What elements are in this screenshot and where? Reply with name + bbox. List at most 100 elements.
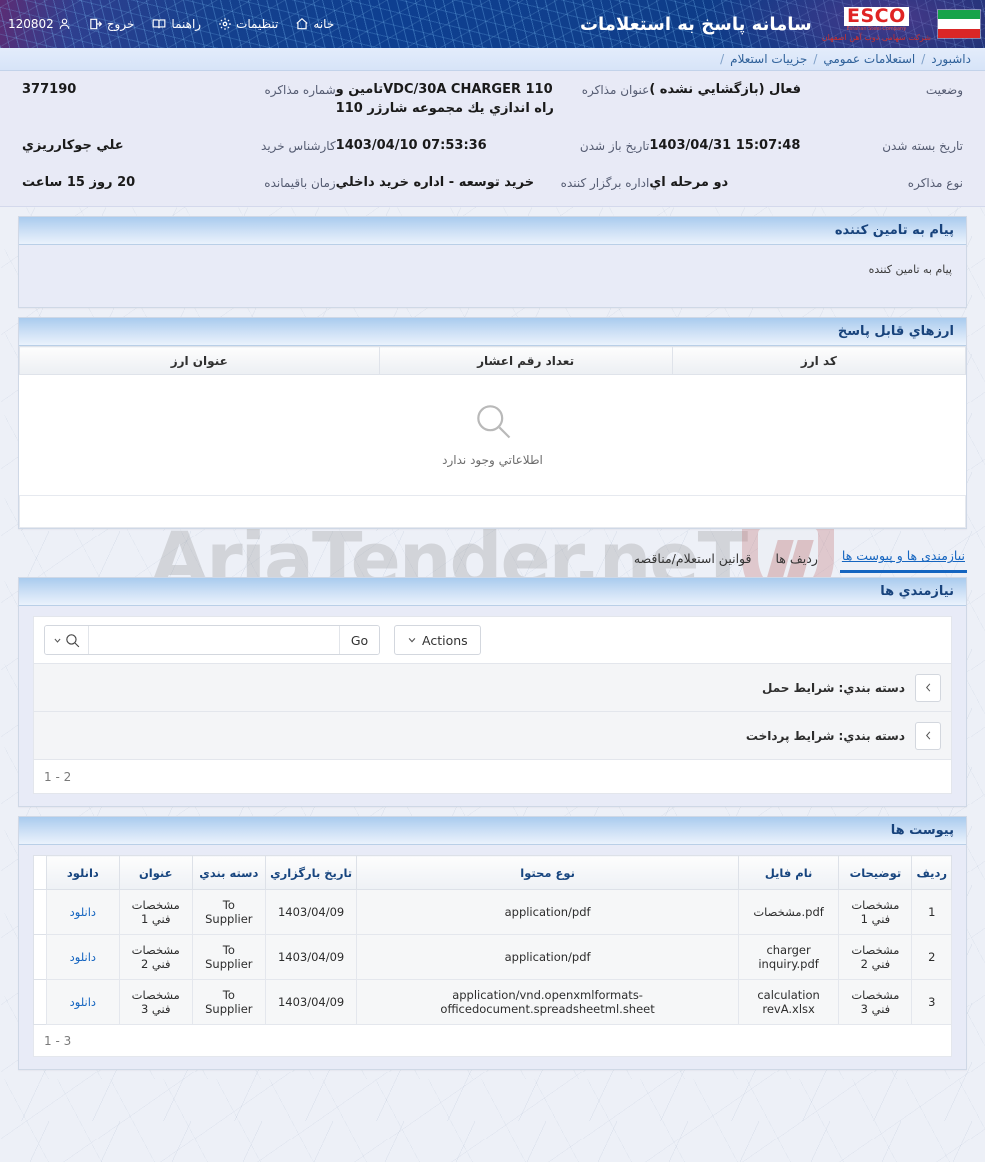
info-field-status: وضعیت فعال (بازگشایي نشده ) [649,81,963,119]
search-dropdown-toggle[interactable] [45,626,89,655]
top-banner: ESCO Esfahan Steel Company شرکت سهامی ذو… [0,0,985,48]
nav-logout-label: خروج [106,17,135,31]
requirements-title: نیازمندي ها [880,584,954,600]
requirements-group-title: دسته بندي: شرایط حمل [762,680,905,695]
requirements-group-title: دسته بندي: شرایط پرداخت [745,728,905,743]
att-cell-content-type: application/pdf [356,934,739,981]
info-label-close-date: تاریخ بسته شدن [882,138,963,153]
info-field-buyer: کارشناس خرید علي جوکارريزي [22,137,336,156]
brand-logo: ESCO Esfahan Steel Company شرکت سهامی ذو… [821,6,985,42]
att-col-description[interactable]: توضیحات [838,855,913,891]
esco-logo-subtext: Esfahan Steel Company [846,25,907,32]
att-col-filename[interactable]: نام فایل [737,855,840,891]
supplier-message-header: پیام به تامین کننده [19,217,966,246]
nav-item-user[interactable]: 120802 [8,17,71,31]
group-collapse-toggle[interactable] [915,721,941,750]
breadcrumb-item-inquiry-details[interactable]: جزییات استعلام [730,52,807,66]
att-cell-title: مشخصات فني 2 [118,934,193,981]
home-icon [296,17,309,30]
currencies-empty-row: اطلاعاتي وجود ندارد [20,375,966,496]
nav-item-home[interactable]: خانه [295,17,334,31]
currencies-col-code[interactable]: کد ارز [671,346,967,376]
esco-logo-persian: شرکت سهامی ذوب آهن اصفهان [821,32,931,42]
nav-help-label: راهنما [171,17,202,31]
att-cell-category: To Supplier [191,979,266,1026]
info-value-buyer: علي جوکارريزي [22,137,124,153]
currencies-title: ارزهاي قابل پاسخ [837,324,954,340]
att-cell-description: مشخصات فني 3 [838,979,913,1026]
info-field-number: شماره مذاکره 377190 [22,81,336,119]
requirements-search-group: Go [44,625,380,656]
download-link[interactable]: دانلود [70,995,96,1009]
breadcrumb-item-public-inquiries[interactable]: استعلامات عمومي [823,52,915,66]
att-col-index[interactable]: ردیف [911,855,952,891]
book-icon [152,19,166,29]
inquiry-info-panel: وضعیت فعال (بازگشایي نشده ) عنوان مذاکره… [0,71,985,208]
currencies-col-decimals[interactable]: تعداد رقم اعشار [378,346,673,376]
attachments-region: پیوست ها ردیف توضیحات نام فایل نوع محتوا… [18,816,967,1071]
info-label-buyer: کارشناس خرید [261,138,336,153]
att-cell-index: 2 [911,934,952,981]
att-col-selector [33,855,47,891]
currencies-col-title[interactable]: عنوان ارز [19,346,380,376]
info-field-negotiation-type: نوع مذاکره دو مرحله اي [649,174,963,193]
requirements-body: Go Actions دسته بندي: شرایط حمل دسته بند… [19,606,966,807]
info-label-negotiation-type: نوع مذاکره [907,175,963,190]
chevron-left-icon [925,683,930,692]
top-navigation: خانه تنظیمات راهنما خروج 120802 [0,17,334,31]
supplier-message-region: پیام به تامین کننده پیام به تامین کننده [18,216,967,309]
att-cell-selector[interactable] [33,979,47,1026]
att-col-download[interactable]: دانلود [46,855,120,891]
att-cell-filename: مشخصات.pdf [737,889,840,936]
tab-line-items[interactable]: ردیف ها [773,547,819,573]
info-field-close-date: تاریخ بسته شدن 1403/04/31 15:07:48 [649,137,963,156]
tab-requirements-attachments[interactable]: نیازمندی ها و پیوست ها [839,544,967,574]
attachments-table: ردیف توضیحات نام فایل نوع محتوا تاریخ با… [33,855,952,1026]
att-cell-filename: charger inquiry.pdf [737,934,840,981]
group-collapse-toggle[interactable] [915,673,941,702]
att-cell-index: 1 [911,889,952,936]
info-field-remaining-time: زمان باقیمانده 20 روز 15 ساعت [22,174,336,193]
att-col-upload-date[interactable]: تاریخ بارگزاري [264,855,358,891]
att-cell-content-type: application/pdf [356,889,739,936]
att-cell-index: 3 [911,979,952,1026]
esco-logo: ESCO Esfahan Steel Company شرکت سهامی ذو… [821,6,931,42]
tab-inquiry-rules[interactable]: قوانین استعلام/مناقصه [632,547,754,573]
nav-user-id: 120802 [8,17,54,31]
info-value-negotiation-type: دو مرحله اي [649,174,729,190]
att-cell-selector[interactable] [33,889,47,936]
user-icon [59,18,70,29]
nav-item-settings[interactable]: تنظیمات [218,17,278,31]
att-cell-category: To Supplier [191,934,266,981]
info-label-number: شماره مذاکره [264,83,336,97]
attachments-title: پیوست ها [890,823,954,839]
page-root: AriaTender.neT ESCO Esfahan Steel Compan… [0,0,985,1162]
requirements-actions-button[interactable]: Actions [394,625,481,656]
breadcrumb-item-dashboard[interactable]: داشبورد [931,52,971,66]
supplier-message-title: پیام به تامین کننده [834,223,954,239]
download-link[interactable]: دانلود [70,905,96,919]
info-value-open-date: 07:53:36 1403/04/10 [335,137,487,153]
att-col-title[interactable]: عنوان [118,855,193,891]
requirements-group-payment: دسته بندي: شرایط پرداخت [33,712,952,761]
requirements-toolbar: Go Actions [33,616,952,665]
app-title: سامانه پاسخ به استعلامات [579,13,812,35]
currencies-region: ارزهاي قابل پاسخ کد ارز تعداد رقم اعشار … [18,317,967,530]
currencies-table: کد ارز تعداد رقم اعشار عنوان ارز اطلاعات… [19,346,967,529]
att-col-category[interactable]: دسته بندي [191,855,266,891]
att-cell-description: مشخصات فني 2 [838,934,913,981]
requirements-go-button[interactable]: Go [339,626,379,655]
logout-icon [90,18,102,30]
nav-item-logout[interactable]: خروج [88,17,135,31]
att-col-content-type[interactable]: نوع محتوا [356,855,739,891]
att-cell-upload-date: 1403/04/09 [264,934,358,981]
att-cell-download: دانلود [46,889,120,936]
nav-item-help[interactable]: راهنما [151,17,201,31]
download-link[interactable]: دانلود [70,950,96,964]
att-cell-selector[interactable] [33,934,47,981]
info-value-title: 110 VDC/30A CHARGERتامین و راه اندازي يك… [335,82,554,116]
info-label-status: وضعیت [925,83,963,97]
requirements-search-input[interactable] [89,626,339,655]
info-value-close-date: 1403/04/31 15:07:48 [649,137,801,153]
gear-icon [219,18,231,30]
